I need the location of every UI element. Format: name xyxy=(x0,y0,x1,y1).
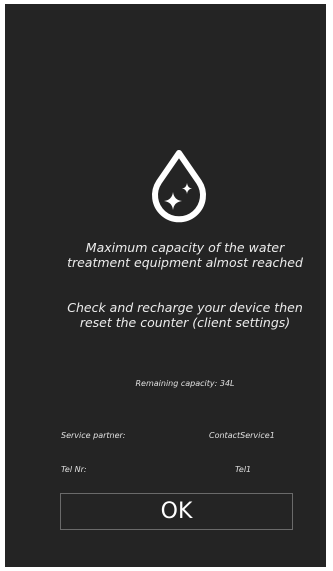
water-drop-sparkle-icon xyxy=(152,150,206,223)
service-partner-value: ContactService1 xyxy=(209,431,275,440)
alert-screen: Maximum capacity of the water treatment … xyxy=(5,4,326,567)
capacity-warning-message: Maximum capacity of the water treatment … xyxy=(67,240,303,270)
tel-value: Tel1 xyxy=(235,465,252,474)
service-partner-label: Service partner: xyxy=(61,431,126,440)
tel-label: Tel Nr: xyxy=(61,465,87,474)
ok-button[interactable]: OK xyxy=(60,493,293,530)
recharge-instruction-message: Check and recharge your device then rese… xyxy=(67,300,303,330)
remaining-capacity: Remaining capacity: 34L xyxy=(135,379,235,388)
